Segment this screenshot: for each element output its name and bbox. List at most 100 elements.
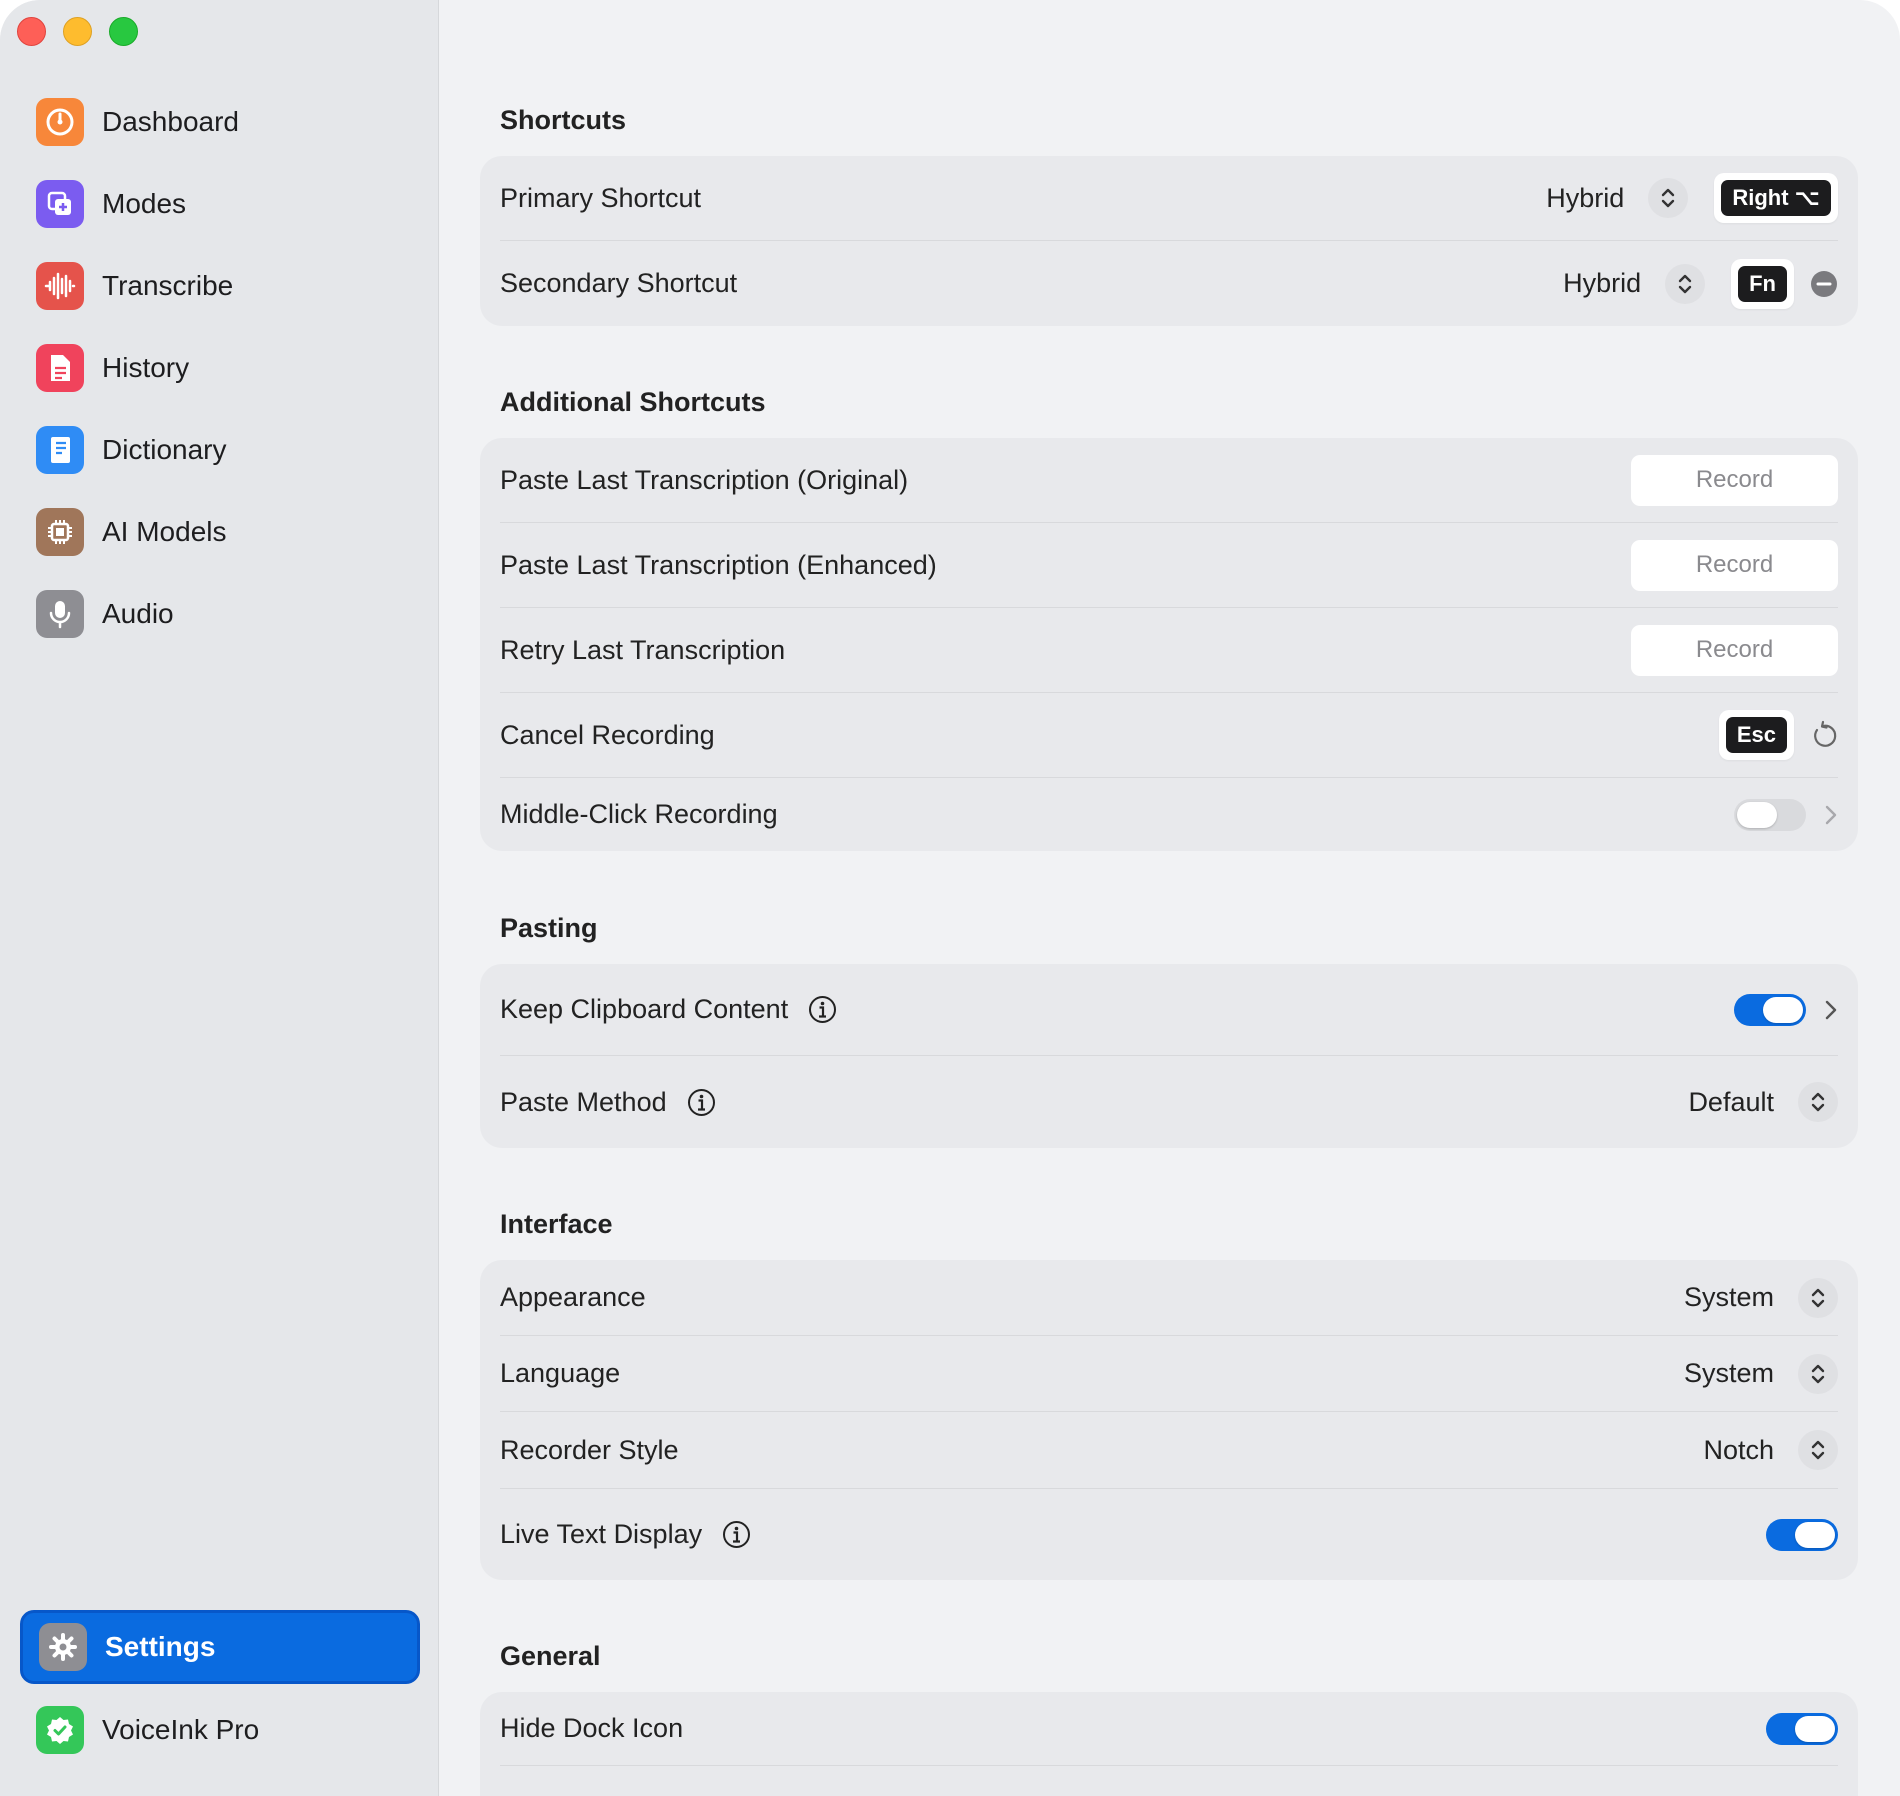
next-general-row bbox=[500, 1766, 1838, 1796]
language-label: Language bbox=[500, 1358, 621, 1388]
appearance-stepper-icon[interactable] bbox=[1798, 1277, 1838, 1318]
paste-method-row: Paste Method Default bbox=[500, 1056, 1838, 1148]
secondary-shortcut-key: Fn bbox=[1738, 265, 1787, 302]
gauge-icon bbox=[36, 98, 84, 146]
general-card: Hide Dock Icon bbox=[480, 1692, 1858, 1796]
section-title-additional-shortcuts: Additional Shortcuts bbox=[500, 387, 766, 417]
hide-dock-label: Hide Dock Icon bbox=[500, 1713, 684, 1743]
chevron-right-icon[interactable] bbox=[1824, 998, 1838, 1022]
middle-click-toggle[interactable] bbox=[1734, 798, 1806, 831]
recorder-style-row: Recorder Style Notch bbox=[500, 1412, 1838, 1489]
appearance-label: Appearance bbox=[500, 1282, 646, 1312]
retry-label: Retry Last Transcription bbox=[500, 634, 786, 665]
appearance-value[interactable]: System bbox=[1684, 1282, 1774, 1313]
middle-click-row: Middle-Click Recording bbox=[500, 778, 1838, 851]
section-title-shortcuts: Shortcuts bbox=[500, 105, 627, 135]
sidebar-item-settings[interactable]: Settings bbox=[20, 1610, 420, 1684]
cancel-recording-row: Cancel Recording Esc bbox=[500, 693, 1838, 778]
shortcuts-card: Primary Shortcut Hybrid Right ⌥ Secondar… bbox=[480, 156, 1858, 326]
sidebar-item-dictionary[interactable]: Dictionary bbox=[20, 413, 420, 487]
document-icon bbox=[36, 344, 84, 392]
minimize-window-button[interactable] bbox=[63, 17, 92, 46]
settings-content: Shortcuts Primary Shortcut Hybrid Right … bbox=[440, 0, 1900, 1796]
reset-icon[interactable] bbox=[1810, 720, 1838, 750]
sidebar-item-modes[interactable]: Modes bbox=[20, 167, 420, 241]
recorder-style-label: Recorder Style bbox=[500, 1434, 679, 1465]
paste-method-stepper-icon[interactable] bbox=[1798, 1082, 1838, 1122]
section-title-general: General bbox=[500, 1641, 601, 1671]
primary-shortcut-key: Right ⌥ bbox=[1721, 180, 1831, 216]
primary-shortcut-recorder[interactable]: Right ⌥ bbox=[1714, 173, 1838, 223]
sidebar-item-history[interactable]: History bbox=[20, 331, 420, 405]
paste-original-record-button[interactable]: Record bbox=[1631, 454, 1838, 506]
sidebar: Dashboard Modes Transcribe History Dicti… bbox=[0, 0, 439, 1796]
sidebar-item-label: VoiceInk Pro bbox=[102, 1714, 260, 1745]
sidebar-item-label: Transcribe bbox=[102, 270, 234, 301]
sidebar-item-dashboard[interactable]: Dashboard bbox=[20, 85, 420, 159]
language-stepper-icon[interactable] bbox=[1798, 1353, 1838, 1394]
waveform-icon bbox=[36, 262, 84, 310]
cancel-shortcut-key: Esc bbox=[1725, 717, 1787, 753]
recorder-style-stepper-icon[interactable] bbox=[1798, 1430, 1838, 1470]
close-window-button[interactable] bbox=[17, 17, 46, 46]
paste-method-value[interactable]: Default bbox=[1688, 1087, 1774, 1118]
pasting-card: Keep Clipboard Content Paste Method Defa… bbox=[480, 964, 1858, 1148]
paste-original-label: Paste Last Transcription (Original) bbox=[500, 464, 909, 495]
section-title-interface: Interface bbox=[500, 1209, 613, 1239]
info-icon[interactable] bbox=[808, 995, 837, 1024]
keep-clipboard-row: Keep Clipboard Content bbox=[500, 964, 1838, 1056]
sidebar-item-label: Audio bbox=[102, 598, 174, 629]
sidebar-item-label: History bbox=[102, 352, 190, 383]
primary-shortcut-mode-value[interactable]: Hybrid bbox=[1546, 183, 1624, 214]
appearance-row: Appearance System bbox=[500, 1260, 1838, 1336]
paste-enhanced-label: Paste Last Transcription (Enhanced) bbox=[500, 549, 937, 580]
live-text-label: Live Text Display bbox=[500, 1519, 703, 1549]
secondary-mode-stepper-icon[interactable] bbox=[1665, 263, 1706, 304]
paste-original-row: Paste Last Transcription (Original) Reco… bbox=[500, 438, 1838, 523]
secondary-shortcut-row: Secondary Shortcut Hybrid Fn bbox=[500, 241, 1838, 326]
secondary-shortcut-recorder[interactable]: Fn bbox=[1731, 258, 1794, 309]
sidebar-item-label: Settings bbox=[105, 1631, 216, 1662]
book-icon bbox=[36, 426, 84, 474]
remove-shortcut-icon[interactable] bbox=[1810, 270, 1838, 298]
info-icon[interactable] bbox=[722, 1520, 751, 1549]
sidebar-item-label: AI Models bbox=[102, 516, 227, 547]
chevron-right-icon[interactable] bbox=[1824, 803, 1838, 827]
language-value[interactable]: System bbox=[1684, 1358, 1774, 1389]
verified-badge-icon bbox=[36, 1706, 84, 1754]
cancel-recording-label: Cancel Recording bbox=[500, 719, 715, 750]
additional-shortcuts-card: Paste Last Transcription (Original) Reco… bbox=[480, 438, 1858, 851]
sidebar-item-audio[interactable]: Audio bbox=[20, 577, 420, 651]
language-row: Language System bbox=[500, 1336, 1838, 1412]
gear-icon bbox=[39, 1623, 87, 1671]
microphone-icon bbox=[36, 590, 84, 638]
hide-dock-toggle[interactable] bbox=[1766, 1712, 1838, 1745]
info-icon[interactable] bbox=[687, 1088, 716, 1117]
zoom-window-button[interactable] bbox=[109, 17, 138, 46]
sidebar-item-transcribe[interactable]: Transcribe bbox=[20, 249, 420, 323]
secondary-shortcut-mode-value[interactable]: Hybrid bbox=[1563, 268, 1641, 299]
window-controls bbox=[17, 17, 138, 46]
section-title-pasting: Pasting bbox=[500, 913, 598, 943]
sidebar-item-label: Modes bbox=[102, 188, 187, 219]
secondary-shortcut-label: Secondary Shortcut bbox=[500, 268, 738, 298]
middle-click-label: Middle-Click Recording bbox=[500, 799, 778, 829]
sidebar-item-label: Dashboard bbox=[102, 106, 239, 137]
keep-clipboard-toggle[interactable] bbox=[1734, 993, 1806, 1026]
retry-row: Retry Last Transcription Record bbox=[500, 608, 1838, 693]
sidebar-item-voiceink-pro[interactable]: VoiceInk Pro bbox=[20, 1693, 420, 1767]
hide-dock-row: Hide Dock Icon bbox=[500, 1692, 1838, 1766]
primary-shortcut-row: Primary Shortcut Hybrid Right ⌥ bbox=[500, 156, 1838, 241]
sidebar-item-label: Dictionary bbox=[102, 434, 227, 465]
sidebar-item-ai-models[interactable]: AI Models bbox=[20, 495, 420, 569]
retry-record-button[interactable]: Record bbox=[1631, 624, 1838, 676]
cancel-shortcut-recorder[interactable]: Esc bbox=[1718, 710, 1794, 760]
interface-card: Appearance System Language System Record… bbox=[480, 1260, 1858, 1580]
primary-mode-stepper-icon[interactable] bbox=[1648, 178, 1689, 218]
modes-icon bbox=[36, 180, 84, 228]
live-text-toggle[interactable] bbox=[1766, 1518, 1838, 1551]
paste-enhanced-record-button[interactable]: Record bbox=[1631, 539, 1838, 591]
cpu-icon bbox=[36, 508, 84, 556]
recorder-style-value[interactable]: Notch bbox=[1703, 1435, 1774, 1466]
paste-enhanced-row: Paste Last Transcription (Enhanced) Reco… bbox=[500, 523, 1838, 608]
